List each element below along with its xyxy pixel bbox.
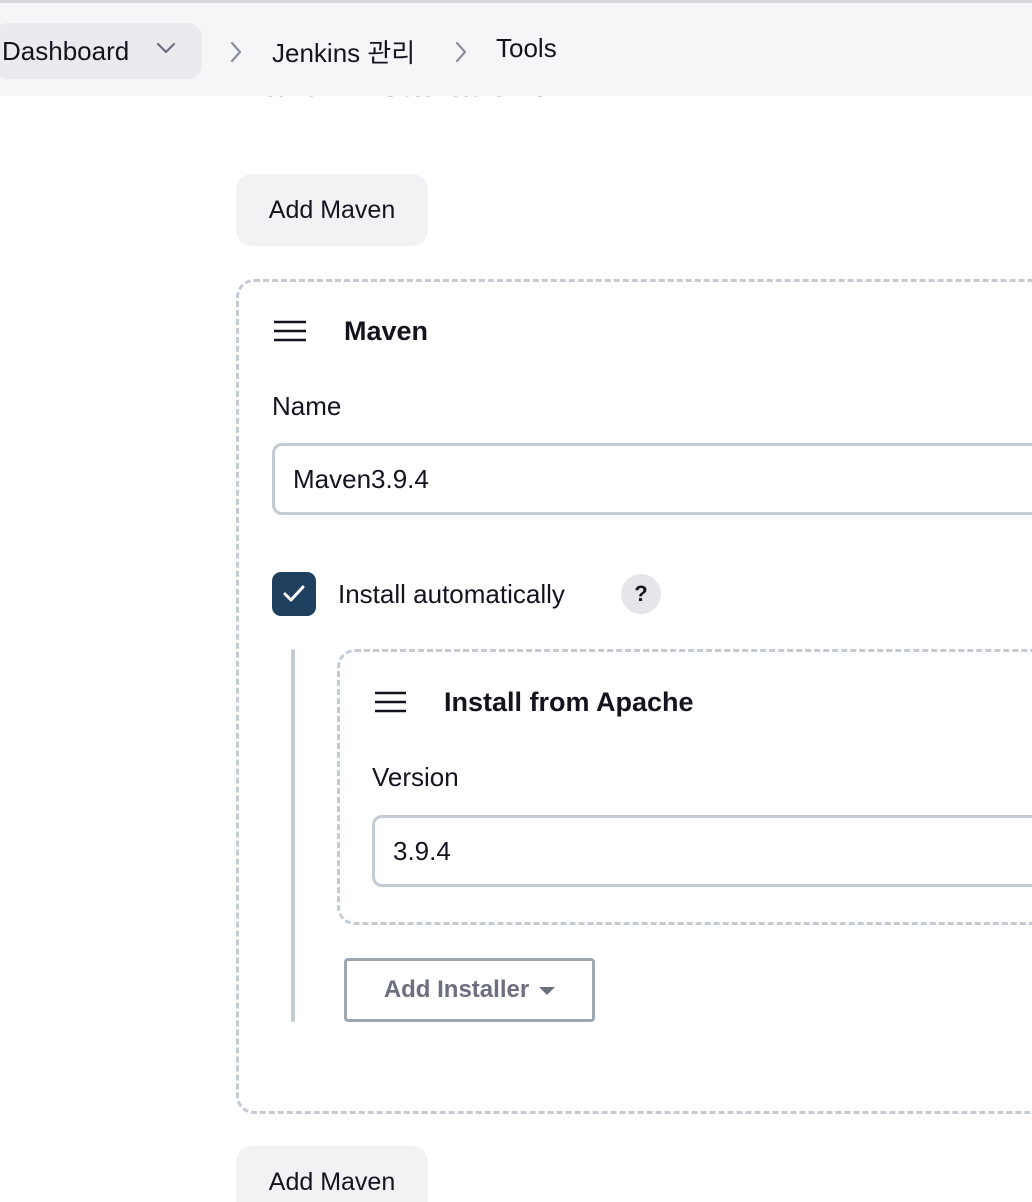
breadcrumb-tools[interactable]: Tools (496, 33, 557, 64)
add-installer-label: Add Installer (383, 976, 530, 1003)
drag-handle-icon[interactable] (273, 320, 307, 342)
add-maven-button-bottom[interactable]: Add Maven (236, 1146, 428, 1202)
checkmark-icon (283, 585, 305, 602)
chevron-right-icon (455, 41, 467, 63)
breadcrumb: Dashboard Jenkins 관리 Tools (0, 0, 1032, 96)
maven-card-title: Maven (344, 316, 429, 346)
drag-handle-icon[interactable] (374, 691, 407, 713)
installer-card-title: Install from Apache (444, 687, 694, 717)
name-input[interactable] (272, 443, 1032, 515)
breadcrumb-jenkins-manage[interactable]: Jenkins 관리 (272, 33, 415, 70)
add-maven-button[interactable]: Add Maven (236, 174, 428, 246)
version-input[interactable] (372, 815, 1032, 887)
version-label: Version (372, 762, 459, 792)
breadcrumb-dashboard[interactable]: Dashboard (0, 23, 202, 79)
page: Maven installations Dashboard Jenkins 관리… (0, 0, 1032, 1202)
help-button[interactable]: ? (621, 574, 661, 614)
install-automatically-label[interactable]: Install automatically (338, 579, 565, 610)
name-label: Name (272, 391, 342, 421)
breadcrumb-dashboard-label: Dashboard (2, 35, 130, 66)
caret-down-icon (539, 987, 556, 995)
nested-rail (291, 649, 295, 1022)
chevron-down-icon[interactable] (156, 41, 176, 55)
chevron-right-icon (230, 41, 242, 63)
install-automatically-checkbox[interactable] (272, 572, 316, 616)
add-installer-button[interactable]: Add Installer (344, 958, 595, 1022)
